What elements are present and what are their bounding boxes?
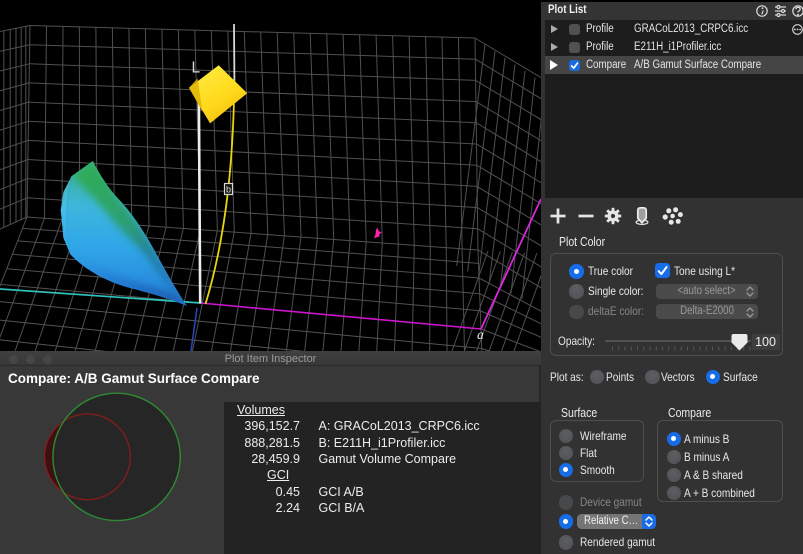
svg-text:L: L xyxy=(192,60,201,77)
svg-text:a: a xyxy=(477,327,484,342)
svg-text:b: b xyxy=(226,185,231,195)
